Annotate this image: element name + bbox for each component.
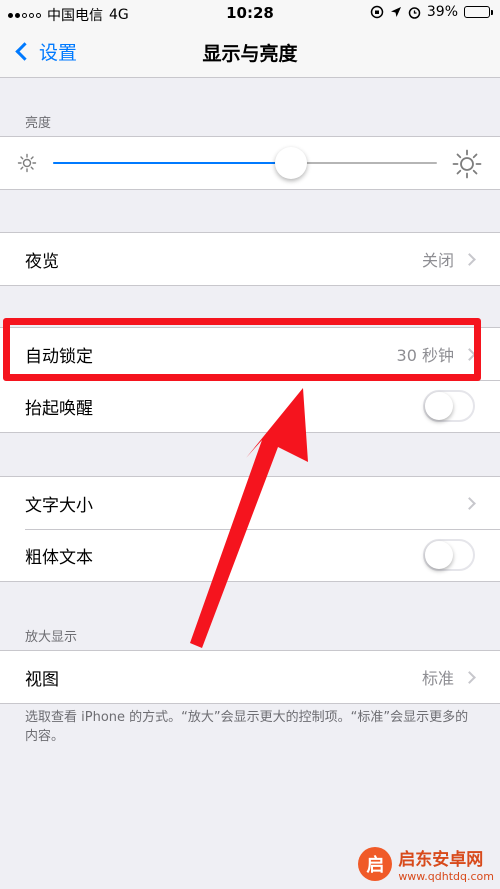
- annotation-arrow-icon: [190, 388, 308, 648]
- watermark: 启 启东安卓网 www.qdhtdq.com: [358, 845, 494, 883]
- watermark-url: www.qdhtdq.com: [398, 870, 494, 883]
- watermark-text: 启东安卓网 www.qdhtdq.com: [398, 845, 494, 883]
- watermark-logo-icon: 启: [358, 847, 393, 881]
- watermark-name: 启东安卓网: [398, 850, 484, 870]
